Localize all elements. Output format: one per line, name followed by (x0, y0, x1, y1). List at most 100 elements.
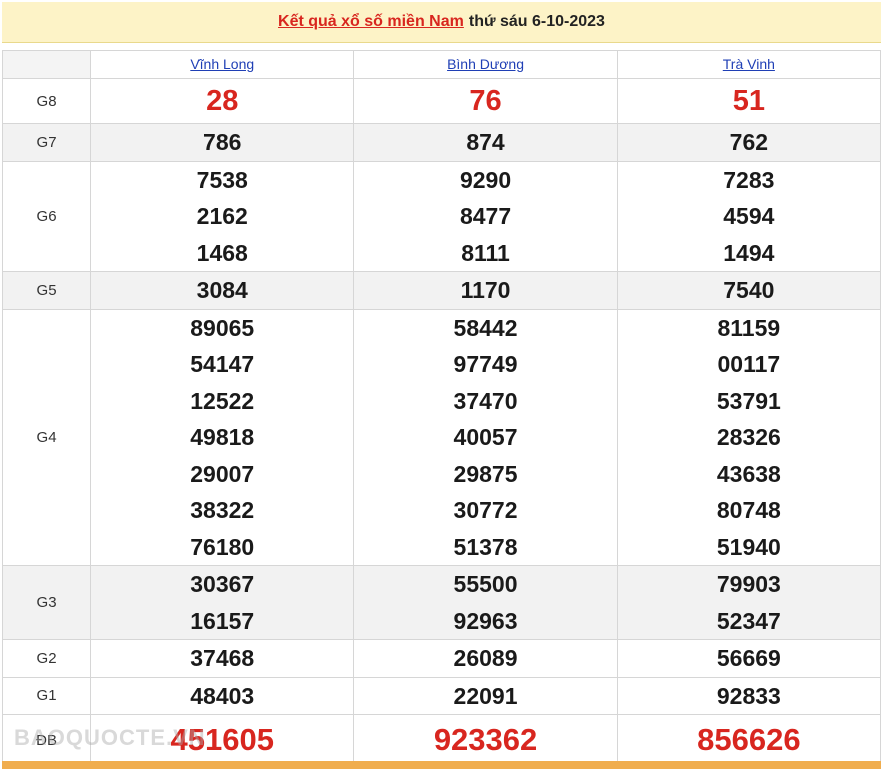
prize-number: 28326 (716, 424, 781, 450)
prize-number: 54147 (190, 351, 255, 377)
results-date: thứ sáu 6-10-2023 (468, 13, 605, 30)
prize-cell: 3084 (90, 271, 355, 310)
province-header-row: Vĩnh Long Bình Dương Trà Vinh (1, 50, 882, 79)
corner-cell (1, 50, 92, 79)
prize-cell: 89065 54147 12522 49818 29007 38322 76180 (90, 308, 355, 566)
prize-number: 7538 (196, 166, 248, 193)
province-link-vinh-long[interactable]: Vĩnh Long (190, 56, 254, 72)
prize-number: 923362 (433, 722, 538, 757)
prize-cell: 22091 (353, 676, 618, 715)
province-link-tra-vinh[interactable]: Trà Vinh (723, 56, 775, 72)
prize-cell: 37468 (90, 639, 355, 678)
province-header-cell: Vĩnh Long (90, 50, 355, 79)
prize-number: 92833 (716, 682, 781, 709)
prize-label: G7 (1, 123, 92, 162)
prize-label: G4 (1, 308, 92, 566)
prize-number: 26089 (453, 645, 518, 671)
prize-cell: 7283 4594 1494 (616, 160, 882, 272)
results-title-link[interactable]: Kết quả xổ số miền Nam (278, 13, 464, 31)
prize-number: 2162 (196, 203, 248, 229)
bottom-bar (2, 761, 881, 769)
prize-cell: 1170 (353, 271, 618, 310)
prize-cell: 7540 (616, 271, 882, 310)
prize-number: 81159 (717, 314, 781, 341)
prize-number: 30772 (453, 497, 518, 523)
prize-cell: 923362 (353, 714, 618, 766)
prize-number: 29007 (190, 460, 255, 487)
prize-label: G3 (1, 565, 92, 640)
prize-number: 55500 (453, 571, 518, 597)
prize-cell: 9290 8477 8111 (353, 160, 618, 272)
prize-number: 76180 (190, 533, 255, 560)
prize-row: G4 89065 54147 12522 49818 29007 38322 76180 584… (1, 308, 882, 566)
prize-number: 7540 (723, 277, 775, 303)
prize-number: 58442 (453, 314, 518, 341)
prize-row: G3 30367 16157 55500 92963 79903 52347 (1, 565, 882, 640)
prize-cell: 856626 (616, 714, 882, 766)
prize-number: 49818 (190, 424, 255, 450)
prize-number: 52347 (716, 607, 781, 634)
prize-row: G1 48403 22091 92833 (1, 676, 882, 715)
prize-number: 3084 (196, 277, 248, 303)
prize-cell: 48403 (90, 676, 355, 715)
prize-number: 53791 (716, 387, 781, 414)
results-table: Vĩnh Long Bình Dương Trà Vinh G8 28 76 51 G7… (1, 50, 882, 766)
prize-number: 8477 (459, 203, 512, 229)
prize-number: 80748 (716, 497, 781, 523)
prize-label: G1 (1, 676, 92, 715)
prize-number: 29875 (453, 460, 518, 487)
prize-row: G5 3084 1170 7540 (1, 271, 882, 310)
prize-number: 22091 (453, 682, 518, 709)
prize-number: 16157 (190, 607, 255, 634)
prize-row: G7 786 874 762 (1, 123, 882, 162)
prize-number: 97749 (453, 351, 518, 377)
prize-number: 4594 (723, 203, 775, 229)
prize-cell: 762 (616, 123, 882, 162)
prize-number: 56669 (716, 645, 781, 671)
prize-number: 37470 (453, 387, 518, 414)
prize-number: 786 (203, 129, 242, 155)
prize-cell: 58442 97749 37470 40057 29875 30772 51378 (353, 308, 618, 566)
province-header-cell: Trà Vinh (616, 50, 882, 79)
prize-number: 00117 (717, 351, 781, 377)
results-header: Kết quả xổ số miền Nam thứ sáu 6-10-2023 (2, 2, 881, 43)
prize-label: G2 (1, 639, 92, 678)
prize-cell: 7538 2162 1468 (90, 160, 355, 272)
prize-number: 76 (469, 84, 502, 117)
prize-cell: 79903 52347 (616, 565, 882, 640)
prize-cell: 56669 (616, 639, 882, 678)
prize-number: 1494 (723, 239, 775, 266)
prize-number: 30367 (190, 571, 255, 597)
prize-number: 51 (732, 84, 765, 117)
prize-number: 28 (206, 84, 239, 117)
prize-number: 43638 (716, 460, 781, 487)
province-link-binh-duong[interactable]: Bình Dương (447, 56, 524, 72)
prize-number: 38322 (190, 497, 255, 523)
prize-label: G5 (1, 271, 92, 310)
prize-number: 51940 (716, 533, 781, 560)
prize-label: G8 (1, 78, 92, 124)
prize-number: 8111 (461, 239, 510, 266)
prize-number: 1468 (196, 239, 248, 266)
prize-row: G6 7538 2162 1468 9290 8477 8111 7283 4594 1494 (1, 160, 882, 272)
prize-cell: 76 (353, 78, 618, 124)
prize-number: 51378 (453, 533, 518, 560)
prize-number: 48403 (190, 682, 255, 709)
prize-number: 37468 (190, 645, 255, 671)
prize-cell: 874 (353, 123, 618, 162)
prize-cell: 92833 (616, 676, 882, 715)
prize-cell: 28 (90, 78, 355, 124)
prize-number: 856626 (697, 722, 801, 757)
prize-cell: 30367 16157 (90, 565, 355, 640)
prize-number: 7283 (723, 166, 775, 193)
prize-row: G2 37468 26089 56669 (1, 639, 882, 678)
prize-number: 874 (466, 129, 505, 155)
prize-rows: G8 28 76 51 G7 786 874 762 G6 7538 2162 1468 9290 847… (1, 78, 882, 766)
prize-number: 92963 (453, 607, 518, 634)
prize-number: 40057 (453, 424, 518, 450)
prize-number: 9290 (459, 166, 512, 193)
prize-cell: 55500 92963 (353, 565, 618, 640)
prize-cell: 26089 (353, 639, 618, 678)
prize-number: 89065 (190, 314, 255, 341)
prize-cell: 786 (90, 123, 355, 162)
